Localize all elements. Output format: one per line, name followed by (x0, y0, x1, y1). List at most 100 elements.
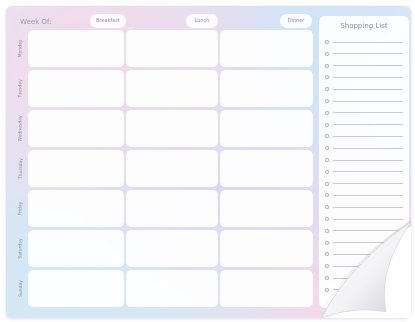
circle-bullet-icon (325, 146, 329, 151)
meal-cell-monday-lunch[interactable] (126, 30, 218, 67)
shopping-list-item[interactable] (325, 239, 403, 247)
meal-cell-sunday-lunch[interactable] (126, 270, 218, 307)
meal-cell-monday-dinner[interactable] (220, 30, 313, 67)
circle-bullet-icon (325, 169, 329, 174)
shopping-list-item[interactable] (325, 97, 403, 105)
day-label-text: Sunday (18, 280, 24, 297)
meal-cell-wednesday-dinner[interactable] (220, 110, 313, 147)
circle-bullet-icon (325, 87, 329, 92)
write-line (333, 289, 403, 291)
meal-cell-saturday-dinner[interactable] (220, 230, 313, 267)
write-line (333, 100, 403, 102)
meal-cell-wednesday-lunch[interactable] (126, 110, 218, 147)
meal-header-dinner: Dinner (280, 14, 312, 28)
shopping-list-item[interactable] (325, 262, 403, 270)
shopping-list-item[interactable] (325, 250, 403, 258)
day-label-text: Tuesday (18, 79, 24, 98)
circle-bullet-icon (325, 252, 329, 257)
shopping-list-panel: Shopping List (319, 16, 409, 308)
write-line (333, 206, 403, 208)
write-line (333, 41, 403, 43)
meal-cell-tuesday-lunch[interactable] (126, 70, 218, 107)
shopping-list-item[interactable] (325, 144, 403, 152)
meal-cell-thursday-dinner[interactable] (220, 150, 313, 187)
write-line (333, 277, 403, 279)
day-label-sunday: Sunday (16, 270, 26, 307)
shopping-list-item[interactable] (325, 62, 403, 70)
shopping-list-item[interactable] (325, 50, 403, 58)
meal-cell-saturday-lunch[interactable] (126, 230, 218, 267)
week-of-label: Week Of: (20, 18, 52, 26)
circle-bullet-icon (325, 264, 329, 269)
write-line (333, 76, 403, 78)
meal-header-breakfast: Breakfast (90, 14, 126, 28)
day-label-friday: Friday (16, 190, 26, 227)
circle-bullet-icon (325, 158, 329, 162)
meal-cell-tuesday-dinner[interactable] (220, 70, 313, 107)
shopping-list-item[interactable] (325, 191, 403, 199)
write-line (333, 112, 403, 114)
meal-cell-wednesday-breakfast[interactable] (28, 110, 124, 147)
write-line (333, 147, 403, 149)
circle-bullet-icon (325, 228, 329, 233)
shopping-list-item[interactable] (325, 85, 403, 93)
shopping-list-item[interactable] (325, 180, 403, 188)
circle-bullet-icon (325, 99, 329, 103)
circle-bullet-icon (325, 75, 329, 80)
day-label-saturday: Saturday (16, 230, 26, 267)
circle-bullet-icon (325, 240, 329, 245)
write-line (333, 65, 403, 67)
day-label-text: Monday (18, 39, 24, 58)
write-line (333, 135, 403, 137)
circle-bullet-icon (325, 110, 329, 115)
shopping-list-item[interactable] (325, 38, 403, 46)
day-label-text: Friday (18, 201, 24, 216)
circle-bullet-icon (325, 40, 329, 44)
circle-bullet-icon (325, 193, 329, 198)
day-label-text: Wednesday (18, 115, 24, 142)
write-line (333, 88, 403, 90)
write-line (333, 183, 403, 185)
meal-cell-tuesday-breakfast[interactable] (28, 70, 124, 107)
meal-cell-friday-breakfast[interactable] (28, 190, 124, 227)
shopping-list-item[interactable] (325, 286, 403, 294)
shopping-list-item[interactable] (325, 203, 403, 211)
shopping-list-item[interactable] (325, 215, 403, 223)
write-line (333, 124, 403, 126)
circle-bullet-icon (325, 63, 329, 68)
write-line (333, 265, 403, 267)
shopping-list-item[interactable] (325, 156, 403, 164)
shopping-list-item[interactable] (325, 132, 403, 140)
shopping-list-item[interactable] (325, 121, 403, 129)
write-line (333, 218, 403, 220)
shopping-list-item[interactable] (325, 109, 403, 117)
meal-cell-thursday-breakfast[interactable] (28, 150, 124, 187)
shopping-list-title: Shopping List (340, 22, 388, 30)
circle-bullet-icon (325, 205, 329, 210)
meal-header-lunch: Lunch (186, 14, 218, 28)
circle-bullet-icon (325, 276, 329, 280)
circle-bullet-icon (325, 181, 329, 186)
shopping-list-item[interactable] (325, 73, 403, 81)
shopping-list-item[interactable] (325, 227, 403, 235)
day-label-thursday: Thursday (16, 150, 26, 187)
write-line (333, 53, 403, 55)
day-label-wednesday: Wednesday (16, 110, 26, 147)
circle-bullet-icon (325, 217, 329, 221)
write-line (333, 159, 403, 161)
meal-cell-friday-lunch[interactable] (126, 190, 218, 227)
meal-cell-monday-breakfast[interactable] (28, 30, 124, 67)
shopping-list-item[interactable] (325, 274, 403, 282)
day-label-tuesday: Tuesday (16, 70, 26, 107)
circle-bullet-icon (325, 134, 329, 139)
day-label-text: Saturday (18, 238, 24, 259)
meal-cell-saturday-breakfast[interactable] (28, 230, 124, 267)
meal-cell-thursday-lunch[interactable] (126, 150, 218, 187)
meal-cell-friday-dinner[interactable] (220, 190, 313, 227)
day-label-text: Thursday (18, 158, 24, 179)
shopping-list-item[interactable] (325, 168, 403, 176)
meal-cell-sunday-dinner[interactable] (220, 270, 313, 307)
write-line (333, 230, 403, 232)
write-line (333, 253, 403, 255)
meal-cell-sunday-breakfast[interactable] (28, 270, 124, 307)
